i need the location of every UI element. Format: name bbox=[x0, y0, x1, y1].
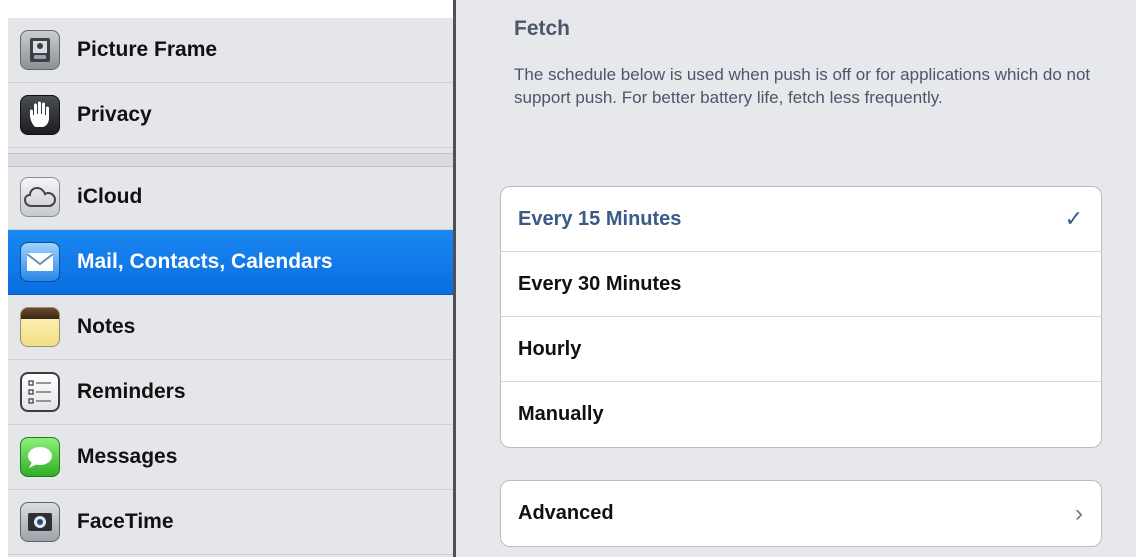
section-description: The schedule below is used when push is … bbox=[514, 65, 1091, 107]
picture-frame-icon bbox=[20, 30, 60, 70]
sidebar-item-label: Mail, Contacts, Calendars bbox=[77, 250, 333, 273]
facetime-icon bbox=[20, 502, 60, 542]
option-hourly[interactable]: Hourly bbox=[501, 317, 1101, 382]
sidebar-item-label: Picture Frame bbox=[77, 38, 218, 61]
sidebar-item-label: Reminders bbox=[77, 380, 186, 403]
sidebar-item-mail-contacts-calendars[interactable]: Mail, Contacts, Calendars bbox=[8, 230, 453, 295]
privacy-hand-icon bbox=[20, 95, 60, 135]
option-label: Every 30 Minutes bbox=[518, 272, 682, 295]
sidebar-item-notes[interactable]: Notes bbox=[8, 295, 453, 360]
section-title: Fetch bbox=[514, 17, 571, 40]
sidebar-item-label: Notes bbox=[77, 315, 136, 338]
sidebar-item-picture-frame[interactable]: Picture Frame bbox=[8, 18, 453, 83]
sidebar-item-messages[interactable]: Messages bbox=[8, 425, 453, 490]
advanced-group: Advanced › bbox=[500, 480, 1102, 547]
advanced-row[interactable]: Advanced › bbox=[501, 481, 1101, 546]
notes-icon bbox=[20, 307, 60, 347]
reminders-icon bbox=[20, 372, 60, 412]
sidebar-item-label: iCloud bbox=[77, 185, 143, 208]
option-label: Hourly bbox=[518, 337, 582, 360]
checkmark-icon: ✓ bbox=[1064, 206, 1083, 231]
option-label: Every 15 Minutes bbox=[518, 207, 682, 230]
chevron-right-icon: › bbox=[1075, 499, 1083, 527]
sidebar-item-reminders[interactable]: Reminders bbox=[8, 360, 453, 425]
sidebar-item-facetime[interactable]: FaceTime bbox=[8, 490, 453, 555]
sidebar-item-label: FaceTime bbox=[77, 510, 174, 533]
settings-sidebar: Picture Frame Privacy iCloud Mail, Conta… bbox=[8, 0, 453, 557]
sidebar-item-icloud[interactable]: iCloud bbox=[8, 165, 453, 230]
icloud-icon bbox=[20, 177, 60, 217]
messages-icon bbox=[20, 437, 60, 477]
fetch-settings-panel: Fetch The schedule below is used when pu… bbox=[456, 0, 1136, 557]
sidebar-item-privacy[interactable]: Privacy bbox=[8, 83, 453, 148]
option-every-15-minutes[interactable]: Every 15 Minutes ✓ bbox=[501, 187, 1101, 252]
option-manually[interactable]: Manually bbox=[501, 382, 1101, 447]
fetch-schedule-group: Every 15 Minutes ✓ Every 30 Minutes Hour… bbox=[500, 186, 1102, 448]
option-label: Manually bbox=[518, 403, 604, 425]
sidebar-item-label: Privacy bbox=[77, 103, 152, 126]
mail-icon bbox=[20, 242, 60, 282]
option-every-30-minutes[interactable]: Every 30 Minutes bbox=[501, 252, 1101, 317]
advanced-label: Advanced bbox=[518, 502, 614, 524]
sidebar-item-label: Messages bbox=[77, 445, 178, 468]
sidebar-top-gap bbox=[8, 0, 453, 18]
